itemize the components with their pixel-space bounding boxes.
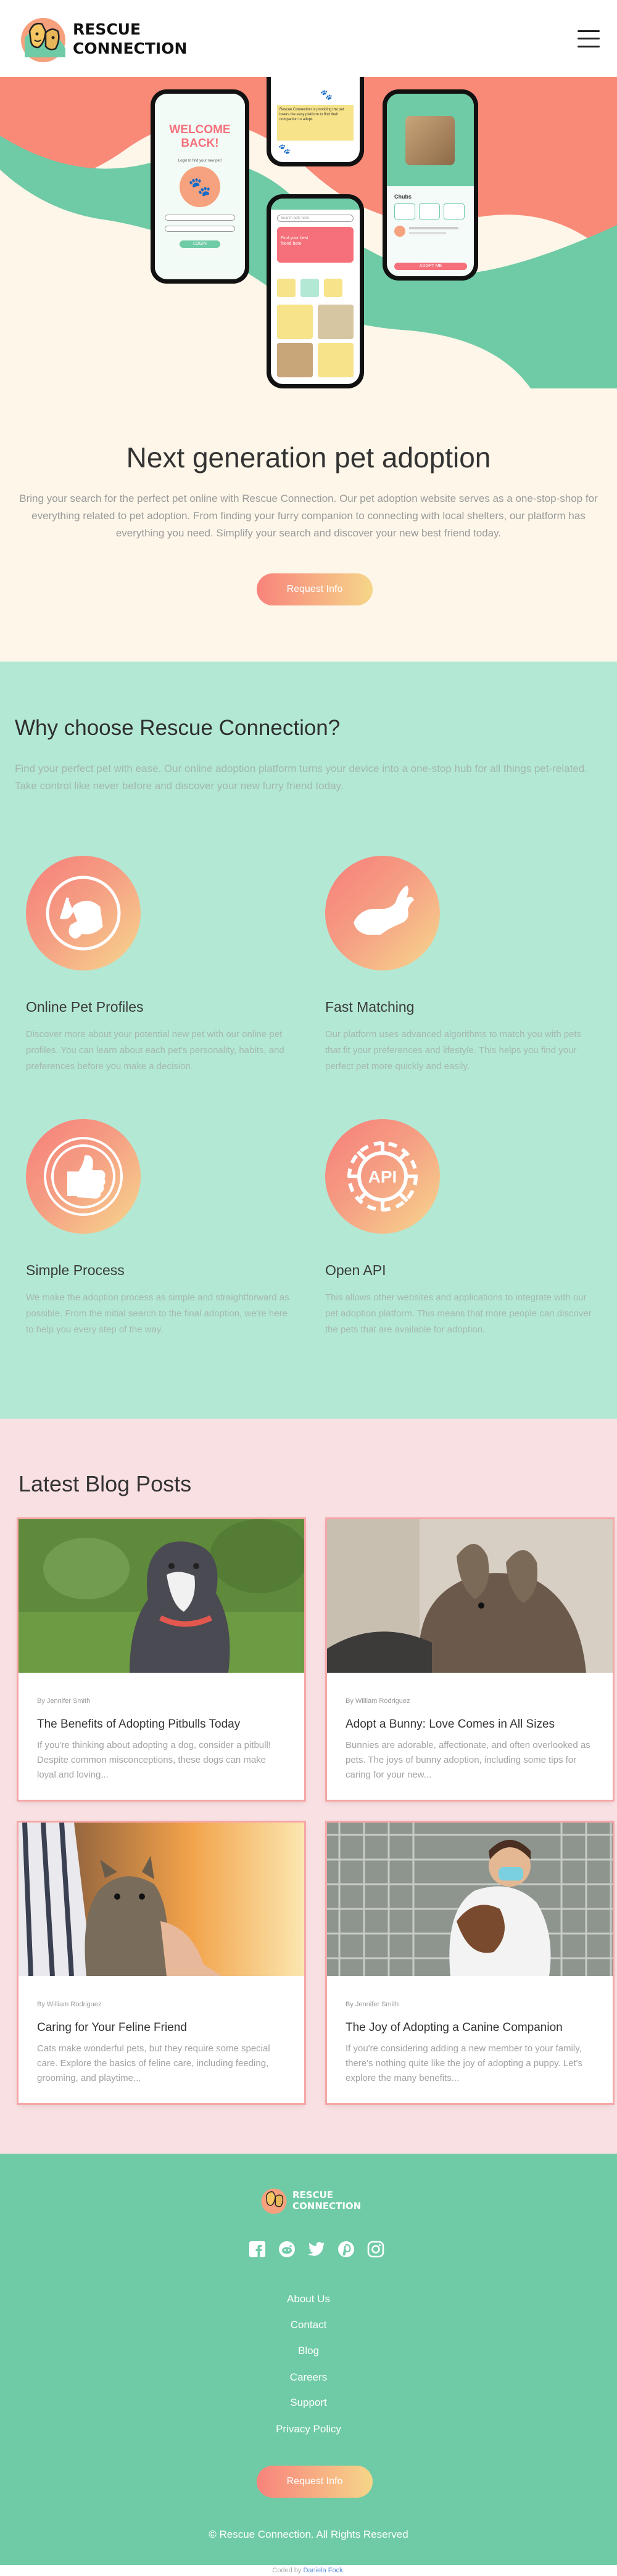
mockup-search-bar: Search pets here <box>277 215 354 222</box>
social-links <box>248 2240 385 2258</box>
blog-card[interactable]: By Jennifer Smith The Benefits of Adopti… <box>19 1519 304 1800</box>
phone-mockup-login: WELCOME BACK! Login to find your new pet… <box>151 89 249 284</box>
footer-request-info-button[interactable]: Request Info <box>257 2466 373 2498</box>
pinterest-icon[interactable] <box>337 2240 355 2258</box>
blog-author: By Jennifer Smith <box>37 1697 91 1705</box>
logo-line-2: CONNECTION <box>73 39 188 57</box>
mockup-login-button: LOGIN <box>180 240 220 248</box>
api-gear-icon: API <box>325 1119 440 1234</box>
dog-cat-logo-icon <box>261 2188 287 2214</box>
api-icon-label: API <box>368 1167 397 1186</box>
feature-text: This allows other websites and applicati… <box>325 1292 592 1335</box>
mockup-about-text: Rescue Connection is providing the pet l… <box>277 105 354 141</box>
facebook-icon[interactable] <box>248 2240 267 2258</box>
blog-post-title[interactable]: The Benefits of Adopting Pitbulls Today <box>37 1718 290 1731</box>
site-footer: RESCUE CONNECTION About Us Contact Blog … <box>0 2154 617 2576</box>
feature-title: Online Pet Profiles <box>26 999 144 1015</box>
dog-cat-icon <box>26 856 141 970</box>
blog-post-title[interactable]: Adopt a Bunny: Love Comes in All Sizes <box>346 1718 598 1731</box>
blog-author: By William Rodriguez <box>37 2001 102 2008</box>
footer-logo[interactable]: RESCUE CONNECTION <box>259 2186 361 2215</box>
blog-excerpt: Cats make wonderful pets, but they requi… <box>37 2043 270 2083</box>
copyright-text: © Rescue Connection. All Rights Reserved <box>209 2529 408 2540</box>
feature-title: Fast Matching <box>325 999 415 1015</box>
cat-photo <box>19 1823 304 1976</box>
menu-bar <box>578 30 600 32</box>
phone-mockup-pet-profile: Chubs ADOPT ME <box>383 89 478 281</box>
blog-excerpt: If you're thinking about adopting a dog,… <box>37 1740 271 1780</box>
blog-excerpt: Bunnies are adorable, affectionate, and … <box>346 1740 590 1780</box>
footer-link-contact[interactable]: Contact <box>0 2319 617 2331</box>
feature-text: We make the adoption process as simple a… <box>26 1292 289 1335</box>
credit-author-link[interactable]: Daniela Fock. <box>303 2567 344 2574</box>
blog-title: Latest Blog Posts <box>19 1471 192 1496</box>
thumbs-up-icon <box>26 1119 141 1234</box>
menu-bar <box>578 45 600 47</box>
feature-open-api: API Open API This allows other websites … <box>325 1119 597 1378</box>
logo-line-1: RESCUE <box>73 20 141 38</box>
footer-link-support[interactable]: Support <box>0 2397 617 2409</box>
menu-toggle-button[interactable] <box>578 30 600 47</box>
blog-author: By Jennifer Smith <box>346 2001 399 2008</box>
footer-logo-line-2: CONNECTION <box>292 2201 362 2212</box>
blog-post-title[interactable]: Caring for Your Feline Friend <box>37 2021 290 2035</box>
footer-logo-line-1: RESCUE <box>292 2189 334 2201</box>
rabbit-icon <box>325 856 440 970</box>
feature-simple-process: Simple Process We make the adoption proc… <box>26 1119 297 1378</box>
request-info-button[interactable]: Request Info <box>257 573 373 605</box>
blog-excerpt: If you're considering adding a new membe… <box>346 2043 583 2083</box>
mockup-adopt-button: ADOPT ME <box>394 263 467 270</box>
feature-online-pet-profiles: Online Pet Profiles Discover more about … <box>26 856 297 1102</box>
why-intro: Find your perfect pet with ease. Our onl… <box>15 763 587 792</box>
footer-link-careers[interactable]: Careers <box>0 2371 617 2384</box>
instagram-icon[interactable] <box>366 2240 385 2258</box>
header-logo[interactable]: RESCUE CONNECTION <box>17 13 187 65</box>
feature-text: Our platform uses advanced algorithms to… <box>325 1029 582 1072</box>
hero-title: Next generation pet adoption <box>126 441 491 474</box>
blog-section: Latest Blog Posts By Jennifer Smith The … <box>0 1419 617 2154</box>
menu-bar <box>578 38 600 39</box>
mockup-paw-icon: 🐾 <box>180 166 220 207</box>
feature-title: Open API <box>325 1262 386 1278</box>
blog-author: By William Rodriguez <box>346 1697 410 1705</box>
mockup-banner: Find your best friend here <box>277 227 354 263</box>
twitter-icon[interactable] <box>307 2240 326 2258</box>
why-title: Why choose Rescue Connection? <box>15 716 341 740</box>
phone-mockup-about: 🐾 Rescue Connection is providing the pet… <box>267 77 364 166</box>
hero-section: WELCOME BACK! Login to find your new pet… <box>0 77 617 662</box>
footer-link-about-us[interactable]: About Us <box>0 2293 617 2305</box>
credit-bar: Coded by Daniela Fock. <box>0 2565 617 2576</box>
hero-description: Bring your search for the perfect pet on… <box>19 493 598 539</box>
dog-cat-logo-icon <box>21 17 65 62</box>
mockup-welcome-title: WELCOME BACK! <box>169 123 231 150</box>
mockup-pet-name: Chubs <box>394 194 412 200</box>
mockup-banner-text: Find your best friend here <box>281 236 308 246</box>
puppy-shelter-photo <box>327 1823 613 1976</box>
footer-link-privacy-policy[interactable]: Privacy Policy <box>0 2423 617 2435</box>
pitbull-photo <box>19 1519 304 1673</box>
reddit-icon[interactable] <box>278 2240 296 2258</box>
blog-card[interactable]: By William Rodriguez Adopt a Bunny: Love… <box>327 1519 613 1800</box>
credit-prefix: Coded by <box>272 2567 302 2574</box>
blog-card[interactable]: By Jennifer Smith The Joy of Adopting a … <box>327 1823 613 2103</box>
blog-post-title[interactable]: The Joy of Adopting a Canine Companion <box>346 2021 598 2035</box>
footer-link-blog[interactable]: Blog <box>0 2345 617 2357</box>
bunny-photo <box>327 1519 613 1673</box>
mockup-cat-photo <box>405 116 455 165</box>
blog-card[interactable]: By William Rodriguez Caring for Your Fel… <box>19 1823 304 2103</box>
feature-title: Simple Process <box>26 1262 125 1278</box>
mockup-welcome-subtitle: Login to find your new pet! <box>178 159 222 163</box>
why-section: Why choose Rescue Connection? Find your … <box>0 662 617 1419</box>
site-header: RESCUE CONNECTION <box>0 0 617 77</box>
feature-fast-matching: Fast Matching Our platform uses advanced… <box>325 856 597 1102</box>
feature-text: Discover more about your potential new p… <box>26 1029 284 1072</box>
phone-mockup-search: Search pets here Find your best friend h… <box>267 194 364 388</box>
